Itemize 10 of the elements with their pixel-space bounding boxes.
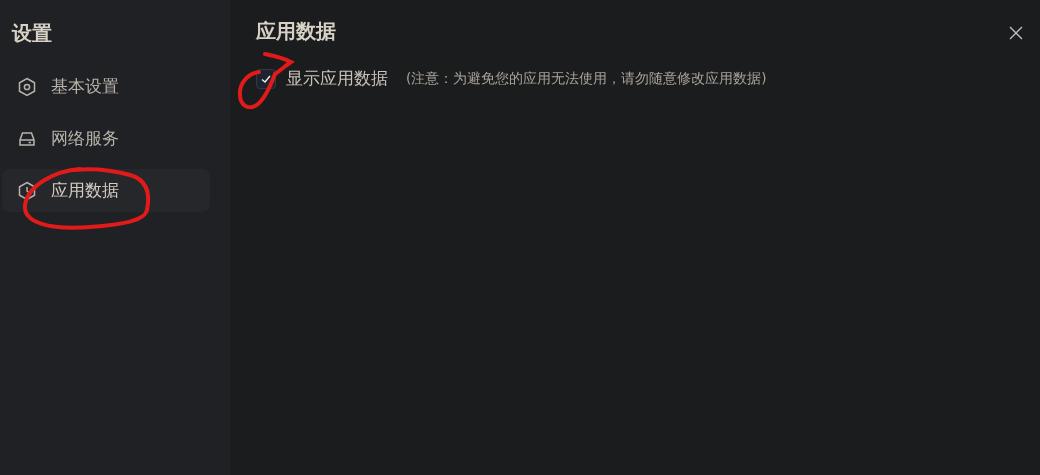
hexagon-clock-icon [17, 180, 37, 201]
sidebar-item[interactable]: 基本设置 [2, 65, 210, 108]
checkbox-label[interactable]: 显示应用数据 [286, 67, 388, 90]
note-text: (注意：为避免您的应用无法使用，请勿随意修改应用数据) [406, 69, 767, 88]
close-icon[interactable] [1009, 26, 1023, 40]
sidebar-item[interactable]: 网络服务 [2, 117, 210, 160]
sidebar-title: 设置 [12, 20, 53, 47]
hexagon-icon [17, 76, 37, 97]
page-title: 应用数据 [256, 18, 337, 45]
sidebar-item[interactable]: 应用数据 [2, 169, 210, 212]
